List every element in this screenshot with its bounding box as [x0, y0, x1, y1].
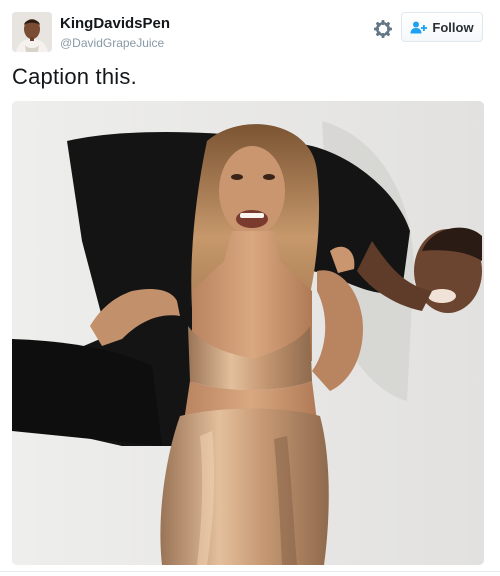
add-person-icon [410, 21, 428, 34]
avatar-image [12, 12, 52, 52]
author-display-name[interactable]: KingDavidsPen [60, 15, 170, 32]
gear-icon[interactable] [372, 18, 394, 40]
follow-button[interactable]: Follow [401, 12, 483, 42]
tweet-text: Caption this. [12, 64, 137, 89]
tweet-photo[interactable] [12, 101, 484, 565]
tweet-card: KingDavidsPen @DavidGrapeJuice Follow Ca… [0, 0, 500, 576]
tweet-photo-image [12, 101, 484, 565]
follow-label: Follow [432, 19, 474, 35]
divider [0, 571, 500, 572]
author-handle[interactable]: @DavidGrapeJuice [60, 36, 164, 50]
author-avatar[interactable] [12, 12, 52, 52]
